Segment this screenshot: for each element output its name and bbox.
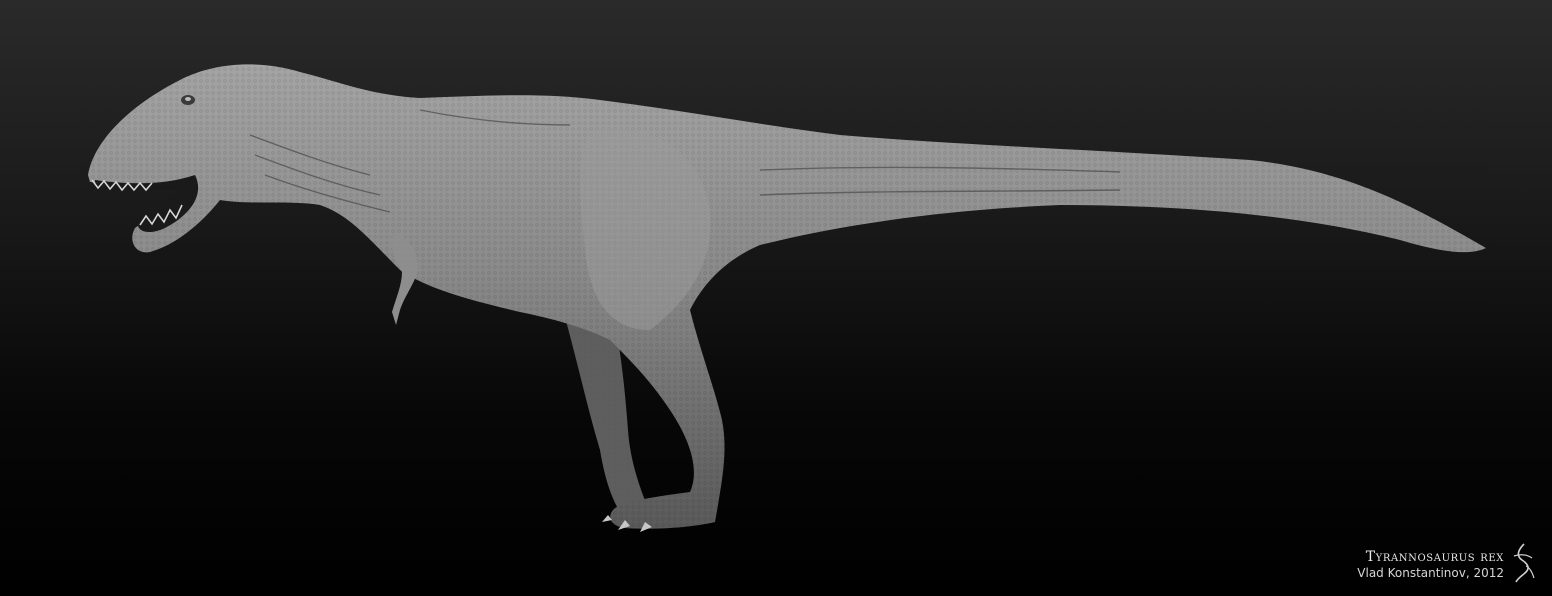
artist-credit: Vlad Konstantinov, 2012 bbox=[1357, 566, 1504, 580]
signature-logo bbox=[1513, 543, 1535, 583]
tyrannosaurus-render bbox=[80, 60, 1490, 540]
render-canvas: Tyrannosaurus rex Vlad Konstantinov, 201… bbox=[0, 0, 1552, 596]
artwork-title: Tyrannosaurus rex bbox=[1365, 548, 1504, 565]
credit-block: Tyrannosaurus rex Vlad Konstantinov, 201… bbox=[1357, 549, 1504, 582]
skin-texture bbox=[80, 60, 1490, 540]
